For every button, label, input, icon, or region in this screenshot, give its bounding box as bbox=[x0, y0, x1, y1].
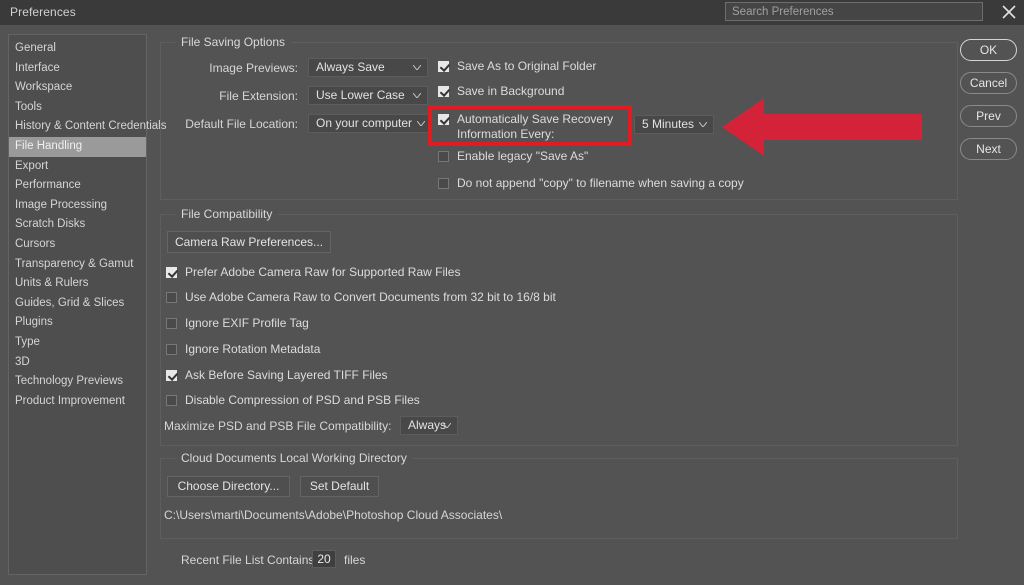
recent-file-list-suffix: files bbox=[344, 553, 366, 567]
ignore-rotation-metadata-checkbox[interactable] bbox=[166, 344, 177, 355]
use-adobe-camera-raw-convert-row[interactable]: Use Adobe Camera Raw to Convert Document… bbox=[166, 290, 556, 305]
sidebar-item-file-handling[interactable]: File Handling bbox=[9, 136, 146, 157]
prefer-adobe-camera-raw-row[interactable]: Prefer Adobe Camera Raw for Supported Ra… bbox=[166, 265, 460, 280]
save-as-to-original-folder-checkbox[interactable] bbox=[438, 61, 449, 72]
sidebar-item-technology-previews[interactable]: Technology Previews bbox=[9, 372, 146, 392]
sidebar-item-plugins[interactable]: Plugins bbox=[9, 313, 146, 333]
disable-compression-label: Disable Compression of PSD and PSB Files bbox=[185, 393, 420, 407]
save-in-background-checkbox[interactable] bbox=[438, 86, 449, 97]
auto-save-interval-value: 5 Minutes bbox=[642, 117, 695, 131]
set-default-button[interactable]: Set Default bbox=[300, 476, 379, 497]
camera-raw-preferences-button[interactable]: Camera Raw Preferences... bbox=[167, 231, 331, 253]
sidebar-item-general[interactable]: General bbox=[9, 39, 146, 59]
do-not-append-copy-checkbox[interactable] bbox=[438, 178, 449, 189]
file-extension-select-value: Use Lower Case bbox=[316, 88, 405, 102]
sidebar-item-cursors[interactable]: Cursors bbox=[9, 235, 146, 255]
ignore-exif-profile-tag-label: Ignore EXIF Profile Tag bbox=[185, 316, 309, 330]
sidebar-item-units-rulers[interactable]: Units & Rulers bbox=[9, 274, 146, 294]
default-file-location-select-value: On your computer bbox=[316, 116, 413, 130]
title-bar: Preferences bbox=[0, 0, 1024, 25]
enable-legacy-save-as-label: Enable legacy "Save As" bbox=[457, 149, 589, 163]
image-previews-select[interactable]: Always Save bbox=[308, 58, 428, 77]
sidebar-item-image-processing[interactable]: Image Processing bbox=[9, 196, 146, 216]
ignore-exif-profile-tag-row[interactable]: Ignore EXIF Profile Tag bbox=[166, 316, 309, 331]
close-icon[interactable] bbox=[999, 2, 1019, 22]
ok-button[interactable]: OK bbox=[960, 39, 1017, 61]
recent-file-list-label: Recent File List Contains: bbox=[181, 553, 318, 567]
save-in-background-label: Save in Background bbox=[457, 84, 565, 98]
ignore-rotation-metadata-label: Ignore Rotation Metadata bbox=[185, 342, 321, 356]
auto-save-recovery-label-line2: Information Every: bbox=[457, 126, 555, 141]
default-file-location-label: Default File Location: bbox=[185, 117, 298, 131]
ask-before-saving-tiff-row[interactable]: Ask Before Saving Layered TIFF Files bbox=[166, 368, 388, 383]
maximize-compatibility-select[interactable]: Always bbox=[400, 416, 458, 435]
sidebar-item-transparency-gamut[interactable]: Transparency & Gamut bbox=[9, 255, 146, 275]
ask-before-saving-tiff-checkbox[interactable] bbox=[166, 370, 177, 381]
sidebar-item-performance[interactable]: Performance bbox=[9, 176, 146, 196]
prev-button[interactable]: Prev bbox=[960, 105, 1017, 127]
file-extension-select[interactable]: Use Lower Case bbox=[308, 86, 428, 105]
chevron-down-icon bbox=[699, 122, 707, 127]
sidebar-item-workspace[interactable]: Workspace bbox=[9, 78, 146, 98]
ask-before-saving-tiff-label: Ask Before Saving Layered TIFF Files bbox=[185, 368, 388, 382]
window-title: Preferences bbox=[10, 5, 76, 19]
sidebar-item-interface[interactable]: Interface bbox=[9, 59, 146, 79]
auto-save-recovery-label: Automatically Save Recovery Information … bbox=[457, 112, 613, 141]
auto-save-recovery-checkbox[interactable] bbox=[438, 114, 449, 125]
chevron-down-icon bbox=[443, 423, 451, 428]
cloud-documents-path: C:\Users\marti\Documents\Adobe\Photoshop… bbox=[164, 508, 503, 522]
chevron-down-icon bbox=[413, 93, 421, 98]
recent-file-list-input[interactable]: 20 bbox=[312, 550, 336, 568]
do-not-append-copy-row[interactable]: Do not append "copy" to filename when sa… bbox=[438, 176, 744, 191]
sidebar-item-product-improvement[interactable]: Product Improvement bbox=[9, 392, 146, 412]
maximize-compatibility-label: Maximize PSD and PSB File Compatibility: bbox=[164, 419, 392, 433]
image-previews-label: Image Previews: bbox=[209, 61, 298, 75]
cloud-documents-group-title: Cloud Documents Local Working Directory bbox=[175, 451, 413, 465]
sidebar-item-export[interactable]: Export bbox=[9, 157, 146, 177]
auto-save-interval-select[interactable]: 5 Minutes bbox=[634, 115, 714, 134]
search-preferences-field[interactable] bbox=[725, 2, 983, 21]
use-adobe-camera-raw-convert-label: Use Adobe Camera Raw to Convert Document… bbox=[185, 290, 556, 304]
save-in-background-row[interactable]: Save in Background bbox=[438, 84, 564, 99]
maximize-compatibility-value: Always bbox=[408, 418, 447, 432]
disable-compression-row[interactable]: Disable Compression of PSD and PSB Files bbox=[166, 393, 420, 408]
use-adobe-camera-raw-convert-checkbox[interactable] bbox=[166, 292, 177, 303]
prefer-adobe-camera-raw-label: Prefer Adobe Camera Raw for Supported Ra… bbox=[185, 265, 461, 279]
chevron-down-icon bbox=[413, 65, 421, 70]
chevron-down-icon bbox=[417, 121, 425, 126]
sidebar-item-history-content-credentials[interactable]: History & Content Credentials bbox=[9, 117, 166, 137]
sidebar-item-type[interactable]: Type bbox=[9, 333, 146, 353]
enable-legacy-save-as-checkbox[interactable] bbox=[438, 151, 449, 162]
disable-compression-checkbox[interactable] bbox=[166, 395, 177, 406]
ignore-exif-profile-tag-checkbox[interactable] bbox=[166, 318, 177, 329]
enable-legacy-save-as-row[interactable]: Enable legacy "Save As" bbox=[438, 149, 588, 164]
preferences-category-sidebar[interactable]: General Interface Workspace Tools Histor… bbox=[8, 34, 166, 575]
file-saving-options-group-title: File Saving Options bbox=[175, 35, 292, 49]
ignore-rotation-metadata-row[interactable]: Ignore Rotation Metadata bbox=[166, 342, 320, 357]
sidebar-item-guides-grid-slices[interactable]: Guides, Grid & Slices bbox=[9, 294, 146, 314]
file-extension-label: File Extension: bbox=[219, 89, 298, 103]
prefer-adobe-camera-raw-checkbox[interactable] bbox=[166, 267, 177, 278]
default-file-location-select[interactable]: On your computer bbox=[308, 114, 432, 133]
sidebar-item-3d[interactable]: 3D bbox=[9, 353, 146, 373]
sidebar-item-tools[interactable]: Tools bbox=[9, 98, 146, 118]
save-as-to-original-folder-row[interactable]: Save As to Original Folder bbox=[438, 59, 596, 74]
cancel-button[interactable]: Cancel bbox=[960, 72, 1017, 94]
auto-save-recovery-label-line1: Automatically Save Recovery bbox=[457, 112, 614, 126]
search-input[interactable] bbox=[726, 3, 982, 20]
choose-directory-button[interactable]: Choose Directory... bbox=[167, 476, 290, 497]
cloud-documents-group: Cloud Documents Local Working Directory bbox=[160, 451, 958, 539]
image-previews-select-value: Always Save bbox=[316, 60, 385, 74]
next-button[interactable]: Next bbox=[960, 138, 1017, 160]
auto-save-recovery-row[interactable]: Automatically Save Recovery Information … bbox=[438, 112, 613, 141]
save-as-to-original-folder-label: Save As to Original Folder bbox=[457, 59, 597, 73]
sidebar-item-scratch-disks[interactable]: Scratch Disks bbox=[9, 215, 146, 235]
file-compatibility-group-title: File Compatibility bbox=[175, 207, 279, 221]
do-not-append-copy-label: Do not append "copy" to filename when sa… bbox=[457, 176, 744, 190]
